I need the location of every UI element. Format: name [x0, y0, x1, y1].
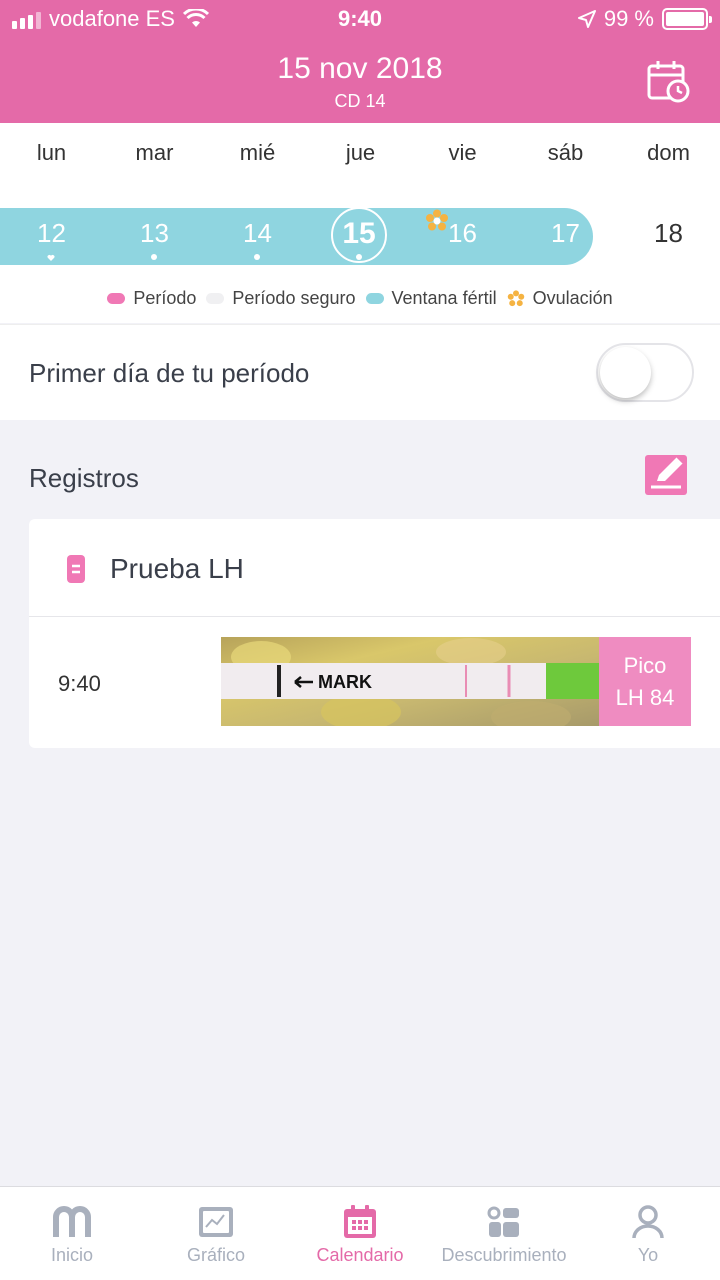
calendar-legend: Período Período seguro Ventana fértil Ov… — [0, 288, 720, 309]
day-15[interactable]: 15 — [331, 217, 387, 251]
lh-test-card[interactable]: Prueba LH 9:40 MARK Pico LH 84 — [29, 519, 720, 748]
status-bar: vodafone ES 9:40 99 % — [0, 0, 720, 40]
nav-label: Descubrimiento — [441, 1245, 567, 1265]
home-arch-icon — [53, 1206, 91, 1237]
calendar-clock-icon[interactable] — [644, 58, 692, 106]
period-swatch-icon — [107, 293, 126, 304]
weekday-label: mié — [239, 140, 276, 165]
bottom-nav: Inicio Gráfico Calendario Descubrimiento… — [0, 1186, 720, 1280]
lh-test-icon — [67, 555, 85, 583]
safe-swatch-icon — [206, 293, 225, 304]
location-arrow-icon — [577, 10, 596, 28]
chart-icon — [199, 1207, 233, 1237]
card-header: Prueba LH — [29, 519, 720, 617]
nav-label: Yo — [637, 1245, 659, 1265]
toggle-knob — [600, 347, 651, 398]
status-right: 99 % — [577, 6, 712, 32]
record-dot — [151, 254, 157, 260]
records-title: Registros — [29, 463, 139, 493]
first-day-row: Primer día de tu período — [0, 324, 720, 420]
strip-image: MARK — [221, 637, 599, 726]
legend-fertile: Ventana fértil — [365, 288, 497, 309]
badge-line2: LH 84 — [615, 685, 675, 710]
nav-inicio[interactable]: Inicio — [0, 1187, 144, 1280]
nav-label: Calendario — [316, 1245, 404, 1265]
day-17[interactable]: 17 — [514, 218, 617, 249]
nav-calendario[interactable]: Calendario — [288, 1187, 432, 1280]
nav-label: Inicio — [50, 1245, 94, 1265]
weekday-label: vie — [448, 140, 477, 165]
nav-yo[interactable]: Yo — [576, 1187, 720, 1280]
ovulation-icon — [426, 209, 448, 231]
legend-safe: Período seguro — [206, 288, 356, 309]
fertile-swatch-icon — [365, 293, 384, 304]
weekday-label: jue — [345, 140, 376, 165]
battery-icon — [662, 8, 712, 30]
discover-icon — [487, 1206, 519, 1237]
page-title: 15 nov 2018 — [277, 52, 443, 85]
lh-strip-photo[interactable]: MARK — [221, 637, 599, 726]
edit-icon[interactable] — [643, 449, 691, 497]
legend-ovulation-label: Ovulación — [532, 288, 613, 308]
record-time: 9:40 — [58, 671, 101, 696]
weekday-label: mar — [135, 140, 174, 165]
strip-mark-text: MARK — [318, 672, 372, 692]
lh-peak-badge: Pico LH 84 — [599, 637, 691, 726]
nav-label: Gráfico — [186, 1245, 246, 1265]
legend-period: Período — [107, 288, 196, 309]
card-title: Prueba LH — [110, 553, 244, 584]
nav-descubrimiento[interactable]: Descubrimiento — [432, 1187, 576, 1280]
week-strip: lun mar mié jue vie sáb dom 12 13 14 15 … — [0, 123, 720, 323]
day-12[interactable]: 12 — [0, 218, 103, 249]
badge-line1: Pico — [623, 653, 667, 678]
weekday-label: dom — [647, 140, 690, 165]
nav-grafico[interactable]: Gráfico — [144, 1187, 288, 1280]
legend-fertile-label: Ventana fértil — [391, 288, 497, 308]
day-18[interactable]: 18 — [617, 218, 720, 249]
weekday-label: lun — [36, 140, 67, 165]
first-day-toggle[interactable] — [596, 343, 694, 402]
day-13[interactable]: 13 — [103, 218, 206, 249]
day-14[interactable]: 14 — [206, 218, 309, 249]
weekday-label: sáb — [547, 140, 584, 165]
profile-icon — [632, 1205, 664, 1239]
legend-period-label: Período — [133, 288, 197, 308]
legend-ovulation: Ovulación — [507, 288, 613, 309]
calendar-icon — [344, 1205, 376, 1238]
battery-percent: 99 % — [603, 6, 654, 31]
ovulation-legend-icon — [507, 289, 524, 306]
record-dot — [356, 254, 362, 260]
legend-safe-label: Período seguro — [232, 288, 356, 308]
heart-icon — [47, 254, 55, 261]
first-day-label: Primer día de tu período — [29, 358, 310, 388]
record-dot — [254, 254, 260, 260]
cycle-day: CD 14 — [334, 91, 386, 111]
